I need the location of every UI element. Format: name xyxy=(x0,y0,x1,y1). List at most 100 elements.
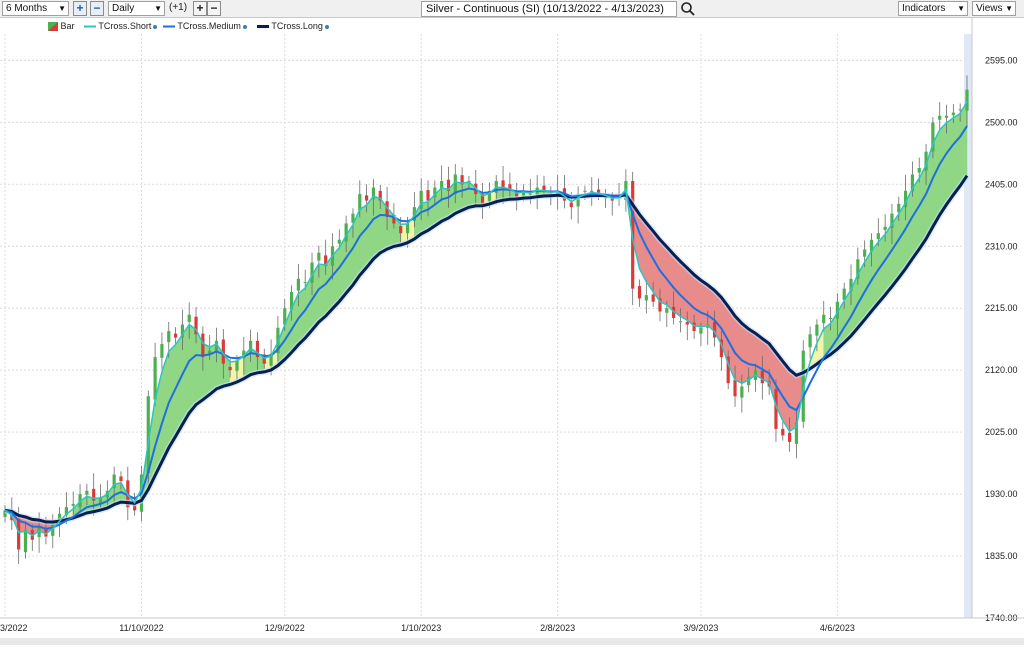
candle-body xyxy=(426,190,430,201)
line-swatch-icon xyxy=(257,25,269,29)
candle-body xyxy=(337,239,341,244)
candle-body xyxy=(788,432,792,442)
candle-body xyxy=(685,321,689,325)
add-symbol-button[interactable]: + xyxy=(73,1,87,16)
candle-body xyxy=(883,226,887,230)
band-segment xyxy=(373,195,381,260)
price-chart[interactable]: 2595.00 2500.00 2405.00 2310.00 2215.00 2120.… xyxy=(0,18,1024,645)
legend-item-medium: TCross.Medium xyxy=(163,21,247,31)
candle-body xyxy=(808,334,812,348)
candle-body xyxy=(317,252,321,261)
candle-body xyxy=(249,340,253,354)
band-segment xyxy=(959,100,968,187)
candle-body xyxy=(665,308,669,313)
x-tick-label: 3/2022 xyxy=(0,623,28,633)
candle-body xyxy=(85,490,89,495)
range-select[interactable]: 6 Months ▼ xyxy=(2,1,69,16)
chevron-down-icon: ▼ xyxy=(957,4,965,13)
y-axis: 2595.00 2500.00 2405.00 2310.00 2215.00 2120.… xyxy=(971,18,1018,623)
y-tick-label: 2500.00 xyxy=(985,117,1018,127)
legend-label-short: TCross.Short xyxy=(98,21,152,31)
legend-label-long: TCross.Long xyxy=(271,21,323,31)
candle-body xyxy=(583,190,587,192)
candle-body xyxy=(938,115,942,120)
y-tick-label: 1835.00 xyxy=(985,551,1018,561)
horizontal-scrollbar xyxy=(0,638,1024,645)
remove-symbol-button[interactable]: − xyxy=(90,1,104,16)
candle-body xyxy=(365,195,369,201)
legend-item-short: TCross.Short xyxy=(84,21,158,31)
candle-body xyxy=(822,314,826,324)
interval-select[interactable]: Daily ▼ xyxy=(108,1,165,16)
candle-body xyxy=(228,366,232,371)
candle-body xyxy=(651,294,655,302)
line-swatch-icon xyxy=(84,25,96,28)
y-tick-label: 1930.00 xyxy=(985,489,1018,499)
candle-body xyxy=(965,89,969,111)
candle-body xyxy=(399,226,403,234)
bar-swatch-icon xyxy=(48,22,58,32)
chevron-down-icon: ▼ xyxy=(154,4,162,13)
line-swatch-icon xyxy=(163,25,175,28)
candle-body xyxy=(201,333,205,358)
candle-body xyxy=(119,476,123,482)
y-tick-label: 2025.00 xyxy=(985,427,1018,437)
candle-body xyxy=(692,322,696,332)
settings-dot-icon[interactable] xyxy=(242,24,247,29)
candle-body xyxy=(501,180,505,188)
candle-body xyxy=(296,278,300,291)
candle-body xyxy=(167,331,171,343)
band-segment xyxy=(789,369,797,432)
legend-item-long: TCross.Long xyxy=(257,21,329,31)
candle-body xyxy=(740,386,744,398)
candle-body xyxy=(951,112,955,116)
candle-body xyxy=(637,286,642,299)
y-tick-label: 2215.00 xyxy=(985,303,1018,313)
chart-toolbar: 6 Months ▼ + − Daily ▼ (+1) + − Silver -… xyxy=(0,0,1024,18)
candle-body xyxy=(699,327,703,334)
candle-body xyxy=(303,282,307,284)
candle-body xyxy=(173,333,178,338)
band-segment xyxy=(741,322,749,384)
candle-body xyxy=(917,168,921,173)
chart-canvas: 2595.00 2500.00 2405.00 2310.00 2215.00 2120.… xyxy=(0,18,1024,645)
candle-body xyxy=(863,249,867,257)
indicators-label: Indicators xyxy=(902,3,946,14)
y-tick-label: 2595.00 xyxy=(985,55,1018,65)
candle-body xyxy=(17,518,21,550)
indicators-menu[interactable]: Indicators ▼ xyxy=(898,1,968,16)
candle-body xyxy=(678,321,683,323)
candle-body xyxy=(760,370,764,384)
candle-body xyxy=(569,202,573,208)
offset-label: (+1) xyxy=(169,2,188,13)
candle-body xyxy=(160,344,164,358)
candle-body xyxy=(876,233,880,240)
settings-dot-icon[interactable] xyxy=(324,24,329,29)
x-axis: 3/2022 11/10/2022 12/9/2022 1/10/2023 2/8/20… xyxy=(0,617,1024,645)
views-label: Views xyxy=(976,3,1003,14)
x-tick-label: 4/6/2023 xyxy=(820,623,855,633)
interval-value: Daily xyxy=(112,3,135,14)
candle-body xyxy=(944,115,949,118)
chevron-down-icon: ▼ xyxy=(58,4,66,13)
medium-line xyxy=(4,125,968,530)
candle-body xyxy=(23,529,28,553)
candle-body xyxy=(187,314,191,322)
candle-body xyxy=(828,318,833,319)
candle-body xyxy=(71,503,75,506)
candle-body xyxy=(781,428,785,436)
x-tick-label: 1/10/2023 xyxy=(401,623,441,633)
settings-dot-icon[interactable] xyxy=(153,24,158,29)
views-menu[interactable]: Views ▼ xyxy=(972,1,1016,16)
x-tick-label: 11/10/2022 xyxy=(119,623,163,633)
add-offset-button[interactable]: + xyxy=(193,1,207,16)
y-tick-label: 2405.00 xyxy=(985,179,1018,189)
candle-body xyxy=(815,324,819,336)
symbol-input[interactable]: Silver - Continuous (SI) (10/13/2022 - 4… xyxy=(421,1,677,17)
search-icon[interactable] xyxy=(680,1,696,17)
remove-offset-button[interactable]: − xyxy=(207,1,221,16)
x-tick-label: 2/8/2023 xyxy=(540,623,575,633)
candle-body xyxy=(405,223,410,234)
legend-item-bar: Bar xyxy=(48,21,75,32)
x-tick-label: 3/9/2023 xyxy=(683,623,718,633)
